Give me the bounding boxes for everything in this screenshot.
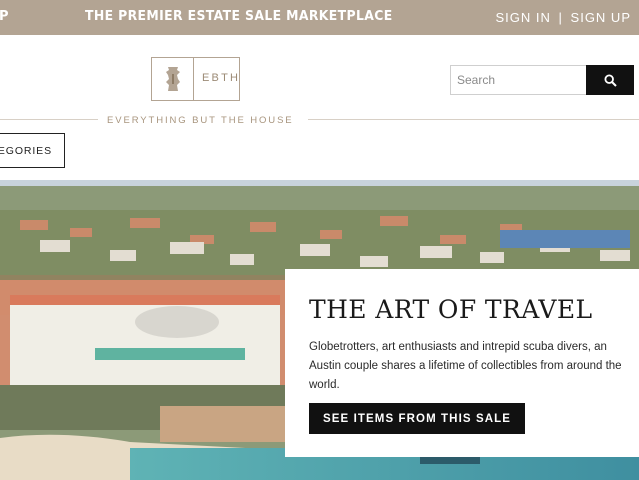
logo-abbreviation: EBTH (202, 72, 241, 84)
logo-mark-icon (166, 67, 180, 91)
search-input[interactable] (450, 65, 586, 95)
tagline-rule-right (308, 119, 639, 120)
sale-title: THE ART OF TRAVEL (309, 295, 593, 324)
brand-tagline: EVERYTHING BUT THE HOUSE (107, 115, 294, 126)
categories-button[interactable]: TEGORIES (0, 133, 65, 168)
see-items-button[interactable]: SEE ITEMS FROM THIS SALE (309, 403, 525, 434)
top-banner: P THE PREMIER ESTATE SALE MARKETPLACE SI… (0, 0, 639, 35)
sign-up-link[interactable]: SIGN UP (571, 10, 631, 25)
auth-links: SIGN IN | SIGN UP (495, 10, 631, 25)
marketplace-slogan: THE PREMIER ESTATE SALE MARKETPLACE (85, 8, 393, 24)
search-bar (450, 65, 634, 95)
sale-description: Globetrotters, art enthusiasts and intre… (309, 341, 622, 391)
auth-separator: | (558, 10, 563, 25)
tagline-rule-left (0, 119, 98, 120)
ebth-logo[interactable]: EBTH (151, 57, 240, 101)
search-button[interactable] (586, 65, 634, 95)
search-icon (603, 73, 617, 87)
logo-divider (193, 58, 194, 100)
topbar-cut-link[interactable]: P (0, 9, 10, 24)
sign-in-link[interactable]: SIGN IN (495, 10, 550, 25)
sale-feature-card: THE ART OF TRAVEL Globetrotters, art ent… (285, 269, 639, 457)
